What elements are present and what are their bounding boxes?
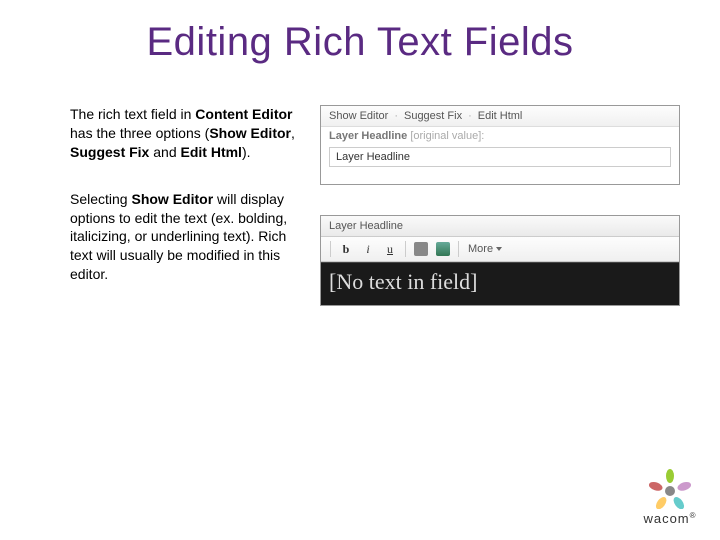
content-area: The rich text field in Content Editor ha… (0, 75, 720, 336)
link-button[interactable] (411, 240, 431, 258)
field-value-input[interactable]: Layer Headline (329, 147, 671, 167)
bold-text: Suggest Fix (70, 144, 149, 160)
text: , (291, 125, 295, 141)
text: The rich text field in (70, 106, 195, 122)
toolbar-separator (405, 241, 406, 257)
text: Selecting (70, 191, 131, 207)
wacom-logo-icon (642, 469, 698, 509)
text: and (149, 144, 180, 160)
toolbar-separator (458, 241, 459, 257)
bold-text: Edit Html (181, 144, 242, 160)
separator-dot: · (466, 110, 474, 122)
media-icon (436, 242, 450, 256)
field-label-suffix: [original value]: (407, 130, 484, 142)
bold-text: Show Editor (209, 125, 291, 141)
paragraph-1: The rich text field in Content Editor ha… (70, 105, 300, 162)
registered-mark: ® (690, 511, 697, 520)
underline-button[interactable]: u (380, 240, 400, 258)
left-column: The rich text field in Content Editor ha… (70, 105, 300, 336)
toolbar-separator (330, 241, 331, 257)
field-label-row: Layer Headline [original value]: (321, 127, 679, 145)
edit-html-link[interactable]: Edit Html (478, 110, 523, 122)
text: ). (242, 144, 251, 160)
bold-button[interactable]: b (336, 240, 356, 258)
editor-tab[interactable]: Layer Headline (321, 216, 679, 237)
suggest-fix-link[interactable]: Suggest Fix (404, 110, 462, 122)
text: has the three options ( (70, 125, 209, 141)
wacom-logo: wacom® (642, 469, 698, 526)
show-editor-link[interactable]: Show Editor (329, 110, 388, 122)
right-column: Show Editor · Suggest Fix · Edit Html La… (300, 105, 680, 336)
more-label: More (468, 243, 493, 255)
paragraph-2: Selecting Show Editor will display optio… (70, 190, 300, 284)
bold-text: Content Editor (195, 106, 292, 122)
media-button[interactable] (433, 240, 453, 258)
logo-brand: wacom (643, 511, 689, 526)
editor-toolbar: b i u More (321, 237, 679, 262)
more-dropdown[interactable]: More (464, 243, 506, 255)
separator-dot: · (392, 110, 400, 122)
editor-body[interactable]: [No text in field] (321, 262, 679, 305)
content-editor-panel: Show Editor · Suggest Fix · Edit Html La… (320, 105, 680, 185)
field-label: Layer Headline (329, 130, 407, 142)
wacom-logo-text: wacom® (642, 511, 698, 526)
slide-title: Editing Rich Text Fields (0, 0, 720, 75)
link-icon (414, 242, 428, 256)
italic-button[interactable]: i (358, 240, 378, 258)
rich-text-editor-panel: Layer Headline b i u More [No text in fi… (320, 215, 680, 306)
bold-text: Show Editor (131, 191, 213, 207)
chevron-down-icon (496, 247, 502, 251)
field-toolbar: Show Editor · Suggest Fix · Edit Html (321, 106, 679, 127)
